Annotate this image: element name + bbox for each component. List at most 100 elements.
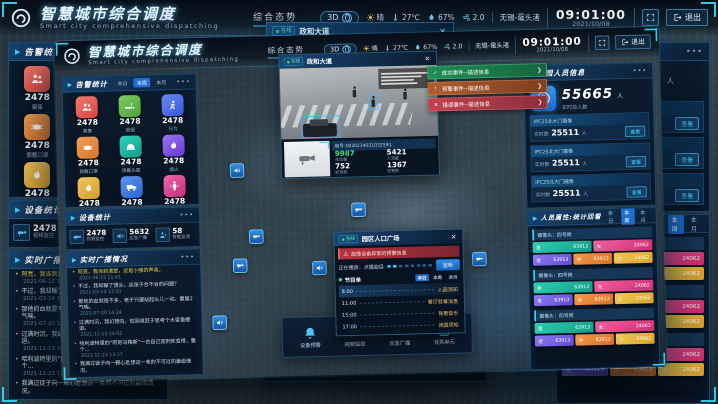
more-menu[interactable]: ••• [686,47,703,56]
view-button[interactable]: 查看 [626,156,646,167]
tab-today[interactable]: 本日 [604,208,618,225]
panel-header: ▶ 人员属性:统计回看 本日 本周 本月 [528,208,656,226]
alarm-tile-helmet[interactable]: 2478佩戴头盔 [110,135,152,174]
online-dot-icon [342,238,345,241]
close-icon[interactable]: ✕ [449,233,458,241]
detection-box [301,115,340,138]
camera-icon [236,262,244,270]
floating-window[interactable]: 智慧城市综合调度 Smart city comprehensive dispat… [54,27,667,383]
toast-warning[interactable]: !预警事件--描述信息❯ [427,79,547,95]
panel-title: 人员属性:统计回看 [541,212,602,223]
map-marker-speaker[interactable] [212,315,227,330]
fullscreen-button[interactable] [595,36,610,51]
app-subtitle: Smart city comprehensive dispatching [40,23,219,30]
window-dashboard: 智慧城市综合调度 Smart city comprehensive dispat… [54,27,667,382]
alarm-tile-fire[interactable]: 2478火灾 [68,177,110,208]
more-menu[interactable]: ••• [179,211,194,219]
tab-week[interactable]: 本周 [133,78,150,88]
map-marker-speaker[interactable] [312,261,327,276]
now-playing-row: 正在播放：点播曲目 监听 [338,259,460,273]
tab-week[interactable]: 本周 [431,274,445,281]
corner-bracket [64,367,77,380]
tab-month[interactable]: 本月 [153,77,170,87]
chip-elder: 老63913 [534,294,573,306]
wind-icon [443,43,451,51]
speaker-icon [112,228,127,243]
panel-title: 实时广播情况 [80,253,128,264]
fullscreen-button[interactable] [642,9,659,26]
alarm-tile-boundary[interactable]: 2478人员越界 [154,175,196,209]
pedestrian [403,92,407,100]
fullscreen-icon [646,13,655,22]
crowd-icon [76,96,98,118]
tab-today[interactable]: 本日 [114,78,131,88]
alarm-tile-behavior[interactable]: 2478行为 [152,94,194,133]
tab-week[interactable]: 本周 [668,214,684,234]
tab-week[interactable]: 本周 [621,207,635,224]
alarm-tile-fire[interactable]: 2478火灾 [13,162,62,198]
tab-today[interactable]: 本日 [415,274,429,281]
video-feed[interactable] [280,65,438,140]
toast-success[interactable]: ✓成功事件--描述信息❯ [427,63,547,79]
chip-middle: 中63913 [574,293,613,305]
pedestrian [353,90,357,98]
view-button[interactable]: 查看 [627,186,647,197]
listen-button[interactable]: 监听 [436,259,460,271]
exit-icon [621,39,629,47]
chip-elder: 老63913 [535,335,574,347]
corner-bracket-icon [319,142,328,149]
map-marker-speaker[interactable] [230,163,245,178]
green-dot-icon [339,278,342,281]
behavior-icon [161,94,183,116]
online-dot-icon [287,61,290,64]
more-menu[interactable]: ••• [176,78,191,86]
view-button[interactable]: 查看 [675,117,699,130]
chip-male: 男63913 [534,322,593,334]
view-button[interactable]: 查看 [625,126,645,137]
map-marker-camera[interactable] [249,229,264,244]
tool-device-warning[interactable]: 设备预警 [300,325,321,348]
alarm-tile-mask[interactable]: 2478佩戴口罩 [67,136,109,175]
camera-icon [476,255,484,263]
exit-icon [673,13,682,22]
program-row[interactable]: 17:00闭园须知 [340,318,462,333]
chip-female: 女24062 [594,280,653,292]
map-marker-camera[interactable] [233,258,248,273]
warning-icon: ⚠ [343,250,348,257]
close-icon[interactable]: ✕ [423,55,432,63]
view-button[interactable]: 查看 [675,189,699,202]
camera-thumbnail [284,141,330,177]
attribute-group: 摄像头：四号岗 男63913女24062 老63913中63913少24062 [532,227,652,266]
alarm-tile-truck[interactable]: 2478土渣车预警 [111,176,153,208]
alarm-tile-smoking[interactable]: 2478抽烟 [109,95,151,134]
alarm-tile-gathering[interactable]: 2478聚集 [66,96,108,135]
view-button[interactable]: 查看 [675,153,699,166]
chip-female: 女24062 [593,239,652,251]
playback-progress[interactable] [387,264,433,268]
fullscreen-icon [598,39,606,47]
speaker-icon [233,167,241,175]
alarm-tile-smoke-fire[interactable]: 2478烟火 [153,134,195,173]
speaker-icon [216,319,224,327]
more-menu[interactable]: ••• [180,253,195,261]
tab-month[interactable]: 本月 [637,207,651,224]
corner-bracket [2,2,17,17]
people-total-value: 55665 [562,85,613,102]
panel-arrow-icon: ▶ [15,48,20,56]
detection-box [368,94,378,109]
map-marker-camera[interactable] [472,252,487,267]
popup-plaza-broadcast: 在线 园区人口广场 ✕ ⚠故障设备异常的预警信息 正在播放：点播曲目 监听 节目… [333,229,465,337]
chevron-right-icon: ❯ [538,99,543,106]
helmet-icon [119,135,141,157]
stat-smart-sense: 58智能监测 [155,227,196,242]
chip-young: 少24062 [616,333,655,345]
alarm-tile-mask[interactable]: 2478佩戴口罩 [13,114,62,159]
tab-month[interactable]: 本月 [687,214,703,234]
tab-month[interactable]: 本月 [446,273,460,280]
camera-icon [293,150,322,169]
chip-female: 女24062 [595,320,654,332]
attribute-group: 摄像头：四号岗 男63913女24062 老63913中63913少24062 [534,307,654,346]
more-menu[interactable]: ••• [633,67,648,75]
map-marker-camera[interactable] [351,202,366,217]
program-tabs: 本日 本周 本月 [415,273,460,281]
